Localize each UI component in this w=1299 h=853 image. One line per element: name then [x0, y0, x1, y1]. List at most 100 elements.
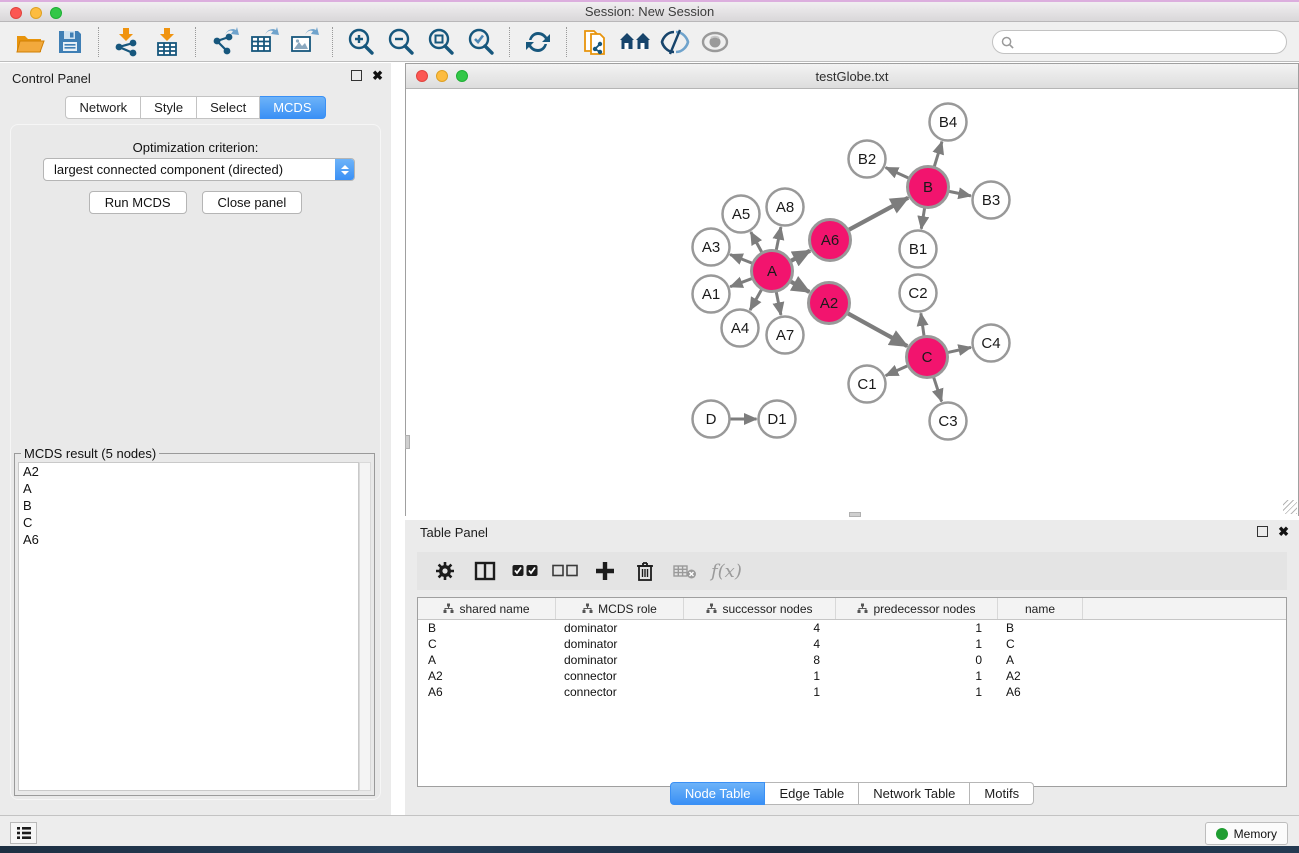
- float-panel-icon[interactable]: [351, 70, 362, 81]
- zoom-selected-button[interactable]: [461, 25, 501, 59]
- table-settings-button[interactable]: [429, 556, 461, 586]
- tab-style[interactable]: Style: [141, 96, 197, 119]
- node-B2[interactable]: B2: [849, 141, 886, 178]
- close-window-button[interactable]: [10, 7, 22, 19]
- tab-mcds[interactable]: MCDS: [260, 96, 325, 119]
- save-session-button[interactable]: [50, 25, 90, 59]
- table-row[interactable]: Adominator80A: [418, 652, 1286, 668]
- edge-C-C2[interactable]: [921, 313, 924, 335]
- edge-C-C3[interactable]: [934, 377, 942, 401]
- export-table-button[interactable]: [244, 25, 284, 59]
- node-A8[interactable]: A8: [767, 189, 804, 226]
- node-B1[interactable]: B1: [900, 231, 937, 268]
- table-row[interactable]: Cdominator41C: [418, 636, 1286, 652]
- edge-A6-B[interactable]: [849, 198, 908, 230]
- network-close-button[interactable]: [416, 70, 428, 82]
- node-B[interactable]: B: [908, 167, 949, 208]
- function-builder-button[interactable]: f(x): [711, 561, 742, 582]
- node-C3[interactable]: C3: [930, 403, 967, 440]
- edge-A-A2[interactable]: [791, 282, 810, 292]
- result-item[interactable]: C: [19, 514, 358, 531]
- task-history-button[interactable]: [10, 822, 37, 844]
- edge-B-B2[interactable]: [886, 168, 909, 178]
- edge-A2-C[interactable]: [848, 313, 907, 346]
- edge-A-A6[interactable]: [791, 251, 810, 261]
- node-D[interactable]: D: [693, 401, 730, 438]
- node-A7[interactable]: A7: [767, 317, 804, 354]
- maximize-window-button[interactable]: [50, 7, 62, 19]
- result-item[interactable]: A2: [19, 463, 358, 480]
- optimization-criterion-dropdown[interactable]: largest connected component (directed): [43, 158, 355, 181]
- hide-panels-button[interactable]: [655, 25, 695, 59]
- edge-B-B1[interactable]: [921, 208, 924, 229]
- result-item[interactable]: A6: [19, 531, 358, 548]
- network-canvas[interactable]: B4B2BB3A8A5A6A3B1AA1C2A2A4A7C4CC1C3DD1: [406, 90, 1298, 516]
- add-column-button[interactable]: [589, 556, 621, 586]
- toggle-column-view-button[interactable]: [469, 556, 501, 586]
- result-item[interactable]: B: [19, 497, 358, 514]
- tab-network-table[interactable]: Network Table: [859, 782, 970, 805]
- run-mcds-button[interactable]: Run MCDS: [89, 191, 187, 214]
- export-network-button[interactable]: [204, 25, 244, 59]
- select-all-button[interactable]: [509, 556, 541, 586]
- delete-column-button[interactable]: [629, 556, 661, 586]
- node-A5[interactable]: A5: [723, 196, 760, 233]
- zoom-in-button[interactable]: [341, 25, 381, 59]
- column-header-predecessor-nodes[interactable]: predecessor nodes: [836, 598, 998, 619]
- edge-B-B4[interactable]: [934, 142, 942, 167]
- table-row[interactable]: A2connector11A2: [418, 668, 1286, 684]
- result-item[interactable]: A: [19, 480, 358, 497]
- close-panel-button[interactable]: Close panel: [202, 191, 303, 214]
- column-header-successor-nodes[interactable]: successor nodes: [684, 598, 836, 619]
- delete-table-button[interactable]: [669, 556, 701, 586]
- node-B3[interactable]: B3: [973, 182, 1010, 219]
- edge-A-A8[interactable]: [776, 227, 781, 250]
- edge-B-B3[interactable]: [949, 191, 971, 196]
- memory-button[interactable]: Memory: [1205, 822, 1288, 845]
- edge-C-C4[interactable]: [948, 347, 971, 352]
- node-C1[interactable]: C1: [849, 366, 886, 403]
- import-table-button[interactable]: [147, 25, 187, 59]
- zoom-fit-button[interactable]: [421, 25, 461, 59]
- resize-grip[interactable]: [1283, 500, 1297, 514]
- node-A3[interactable]: A3: [693, 229, 730, 266]
- edge-A-A3[interactable]: [730, 255, 752, 264]
- network-window-titlebar[interactable]: testGlobe.txt: [406, 64, 1298, 89]
- close-table-panel-icon[interactable]: ✖: [1278, 526, 1289, 537]
- edge-A-A7[interactable]: [776, 292, 781, 315]
- network-maximize-button[interactable]: [456, 70, 468, 82]
- open-session-button[interactable]: [10, 25, 50, 59]
- canvas-vscroll-thumb[interactable]: [405, 435, 410, 449]
- zoom-out-button[interactable]: [381, 25, 421, 59]
- import-network-button[interactable]: [107, 25, 147, 59]
- close-panel-icon[interactable]: ✖: [372, 70, 383, 81]
- canvas-hscroll-thumb[interactable]: [849, 512, 861, 517]
- tab-select[interactable]: Select: [197, 96, 260, 119]
- node-A1[interactable]: A1: [693, 276, 730, 313]
- network-minimize-button[interactable]: [436, 70, 448, 82]
- tab-motifs[interactable]: Motifs: [970, 782, 1034, 805]
- show-panels-button[interactable]: [695, 25, 735, 59]
- column-header-shared-name[interactable]: shared name: [418, 598, 556, 619]
- home-layout-button[interactable]: [615, 25, 655, 59]
- tab-node-table[interactable]: Node Table: [670, 782, 766, 805]
- table-row[interactable]: A6connector11A6: [418, 684, 1286, 700]
- node-A6[interactable]: A6: [810, 220, 851, 261]
- tab-network[interactable]: Network: [65, 96, 141, 119]
- clone-network-button[interactable]: [575, 25, 615, 59]
- node-A2[interactable]: A2: [809, 283, 850, 324]
- tab-edge-table[interactable]: Edge Table: [765, 782, 859, 805]
- node-A4[interactable]: A4: [722, 310, 759, 347]
- edge-A-A4[interactable]: [750, 290, 761, 310]
- deselect-all-button[interactable]: [549, 556, 581, 586]
- node-C4[interactable]: C4: [973, 325, 1010, 362]
- edge-A-A5[interactable]: [751, 232, 762, 252]
- result-scrollbar[interactable]: [359, 462, 371, 791]
- refresh-view-button[interactable]: [518, 25, 558, 59]
- node-D1[interactable]: D1: [759, 401, 796, 438]
- minimize-window-button[interactable]: [30, 7, 42, 19]
- table-row[interactable]: Bdominator41B: [418, 620, 1286, 636]
- column-header-mcds-role[interactable]: MCDS role: [556, 598, 684, 619]
- node-C[interactable]: C: [907, 337, 948, 378]
- edge-C-C1[interactable]: [886, 366, 908, 376]
